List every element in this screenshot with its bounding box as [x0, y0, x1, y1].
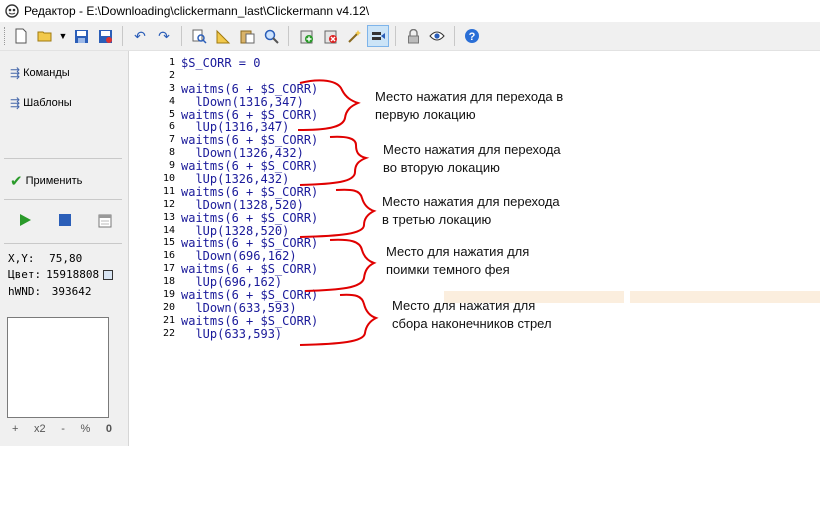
- editor-window: Редактор - E:\Downloading\clickermann_la…: [0, 0, 820, 446]
- annotation-5: Место для нажатия для сбора наконечников…: [392, 297, 602, 333]
- brace-4: [304, 238, 377, 292]
- brace-5: [299, 293, 379, 346]
- annotation-1: Место нажатия для перехода в первую лока…: [375, 88, 585, 124]
- brace-3: [299, 188, 377, 238]
- annotation-5-line1: Место для нажатия для: [392, 298, 536, 313]
- brace-1: [297, 79, 361, 131]
- annotation-1-line2: первую локацию: [375, 107, 476, 122]
- annotation-3: Место нажатия для перехода в третью лока…: [382, 193, 592, 229]
- brace-2: [299, 135, 370, 186]
- annotation-2: Место нажатия для перехода во вторую лок…: [383, 141, 593, 177]
- annotation-4-line1: Место для нажатия для: [386, 244, 530, 259]
- annotation-3-line2: в третью локацию: [382, 212, 492, 227]
- annotation-5-line2: сбора наконечников стрел: [392, 316, 552, 331]
- annotation-4: Место для нажатия для поимки темного фея: [386, 243, 596, 279]
- annotation-2-line2: во вторую локацию: [383, 160, 500, 175]
- annotation-2-line1: Место нажатия для перехода: [383, 142, 561, 157]
- annotation-1-line1: Место нажатия для перехода в: [375, 89, 564, 104]
- annotation-4-line2: поимки темного фея: [386, 262, 510, 277]
- annotation-3-line1: Место нажатия для перехода: [382, 194, 560, 209]
